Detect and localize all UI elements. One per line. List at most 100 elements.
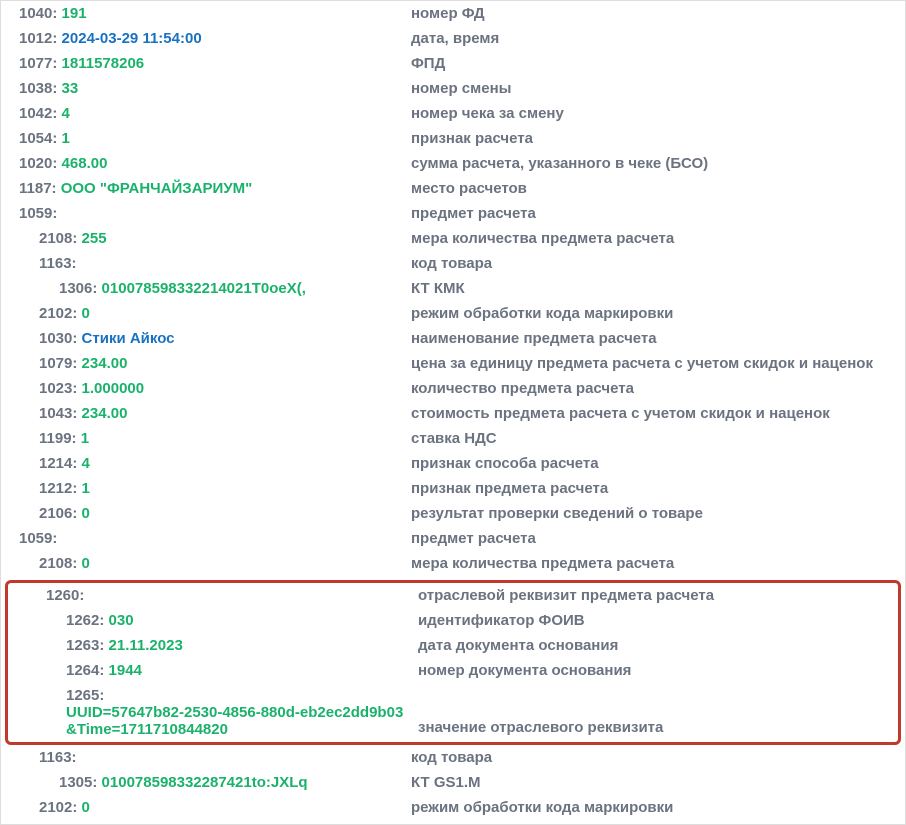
- tag-left: 1077: 1811578206: [1, 55, 411, 72]
- tag-value: 1944: [109, 662, 142, 679]
- tag-code: 1020:: [19, 155, 62, 172]
- tag-description: мера количества предмета расчета: [411, 555, 905, 572]
- tag-row: 2106: 0 результат проверки сведений о тов…: [1, 503, 905, 528]
- tag-code: 2108:: [39, 230, 82, 247]
- tag-description: код товара: [411, 749, 905, 766]
- tag-description: результат проверки сведений о товаре: [411, 505, 905, 522]
- tag-value: 468.00: [62, 155, 108, 172]
- tag-description: сумма расчета, указанного в чеке (БСО): [411, 155, 905, 172]
- tag-left: 1260:: [8, 587, 418, 604]
- tag-row: 2108: 255 мера количества предмета расчет…: [1, 228, 905, 253]
- tag-value: 010078598332214021T0oeX(,: [102, 280, 306, 297]
- tag-value: 234.00: [82, 405, 128, 422]
- tag-code: 1212:: [39, 480, 82, 497]
- tag-code: 1263:: [66, 637, 109, 654]
- tag-value: 030: [109, 612, 134, 629]
- tag-value: 33: [62, 80, 79, 97]
- tag-description: признак способа расчета: [411, 455, 905, 472]
- tag-row: 2108: 0мера количества предмета расчета: [1, 553, 905, 578]
- tag-code: 1012:: [19, 30, 62, 47]
- tag-value: 234.00: [82, 355, 128, 372]
- tag-value: 1811578206: [62, 55, 145, 72]
- tag-value: 010078598332287421to:JXLq: [102, 774, 308, 791]
- tag-description: наименование предмета расчета: [411, 330, 905, 347]
- tag-left: 2102: 0: [1, 799, 411, 816]
- tag-left: 1038: 33: [1, 80, 411, 97]
- highlighted-section: 1260: отраслевой реквизит предмета расче…: [5, 580, 901, 745]
- tag-code: 1163:: [39, 255, 81, 272]
- tag-left: 1043: 234.00: [1, 405, 411, 422]
- tag-description: номер документа основания: [418, 662, 898, 679]
- tag-description: место расчетов: [411, 180, 905, 197]
- tag-description: КТ GS1.M: [411, 774, 905, 791]
- tag-description: номер чека за смену: [411, 105, 905, 122]
- tag-row: 1077: 1811578206ФПД: [1, 53, 905, 78]
- tag-left: 1163:: [1, 255, 411, 272]
- tag-value: ООО "ФРАНЧАЙЗАРИУМ": [61, 180, 253, 197]
- tag-code: 1260:: [46, 587, 89, 604]
- tag-left: 1023: 1.000000: [1, 380, 411, 397]
- tag-code: 1306:: [59, 280, 102, 297]
- tag-value: UUID=57647b82-2530-4856-880d-eb2ec2dd9b0…: [66, 704, 406, 738]
- tag-value: 255: [82, 230, 107, 247]
- tag-value: 2024-03-29 11:54:00: [62, 30, 202, 47]
- tag-description: идентификатор ФОИВ: [418, 612, 898, 629]
- tag-row: 1020: 468.00 сумма расчета, указанного в …: [1, 153, 905, 178]
- tag-description: мера количества предмета расчета: [411, 230, 905, 247]
- tag-description: код товара: [411, 255, 905, 272]
- tag-code: 1059:: [19, 205, 62, 222]
- tag-left: 1306: 010078598332214021T0oeX(,: [1, 280, 411, 297]
- tag-left: 1305: 010078598332287421to:JXLq: [1, 774, 411, 791]
- tag-left: 1163:: [1, 749, 411, 766]
- tag-description: стоимость предмета расчета с учетом скид…: [411, 405, 905, 422]
- tag-left: 1262: 030: [8, 612, 418, 629]
- tag-row: 1212: 1признак предмета расчета: [1, 478, 905, 503]
- tag-row: 1306: 010078598332214021T0oeX(,КТ КМК: [1, 278, 905, 303]
- tag-row: 1043: 234.00стоимость предмета расчета с…: [1, 403, 905, 428]
- tag-code: 1187:: [19, 180, 61, 197]
- tag-code: 1079:: [39, 355, 82, 372]
- tag-row: 1260: отраслевой реквизит предмета расче…: [8, 585, 898, 610]
- tag-description: отраслевой реквизит предмета расчета: [418, 587, 898, 604]
- tag-row: 1012: 2024-03-29 11:54:00дата, время: [1, 28, 905, 53]
- tag-code: 1305:: [59, 774, 102, 791]
- tag-left: 1264: 1944: [8, 662, 418, 679]
- tag-value: Стики Айкос: [82, 330, 175, 347]
- tag-row: 2102: 0режим обработки кода маркировки: [1, 797, 905, 822]
- tag-row: 1040: 191номер ФД: [1, 3, 905, 28]
- tag-row: 1265: UUID=57647b82-2530-4856-880d-eb2ec…: [8, 685, 898, 740]
- tag-value: 1: [81, 430, 89, 447]
- tag-left: 1263: 21.11.2023: [8, 637, 418, 654]
- tag-code: 2102:: [39, 799, 82, 816]
- tag-value: 4: [82, 455, 90, 472]
- tag-row: 1059: предмет расчета: [1, 528, 905, 553]
- tag-description: ФПД: [411, 55, 905, 72]
- tag-left: 1214: 4: [1, 455, 411, 472]
- tag-value: 1.000000: [82, 380, 145, 397]
- tag-row: 1214: 4признак способа расчета: [1, 453, 905, 478]
- tag-code: 1043:: [39, 405, 82, 422]
- tag-row: 1059: предмет расчета: [1, 203, 905, 228]
- tag-row: 1263: 21.11.2023дата документа основания: [8, 635, 898, 660]
- tag-left: 2108: 0: [1, 555, 411, 572]
- tag-value: 0: [82, 505, 90, 522]
- tag-code: 1059:: [19, 530, 62, 547]
- tag-code: 1163:: [39, 749, 81, 766]
- tag-description: режим обработки кода маркировки: [411, 799, 905, 816]
- tag-row: 1023: 1.000000количество предмета расчет…: [1, 378, 905, 403]
- tag-code: 2102:: [39, 305, 82, 322]
- tag-value: 191: [62, 5, 87, 22]
- tag-code: 2108:: [39, 555, 82, 572]
- tag-row: 1163: код товара: [1, 253, 905, 278]
- tag-code: 1265:: [66, 687, 109, 704]
- tag-value: 4: [62, 105, 70, 122]
- tag-row: 1187: ООО "ФРАНЧАЙЗАРИУМ" место расчетов: [1, 178, 905, 203]
- tag-row: 1199: 1ставка НДС: [1, 428, 905, 453]
- tag-value: 0: [82, 555, 90, 572]
- tag-row: 1305: 010078598332287421to:JXLqКТ GS1.M: [1, 772, 905, 797]
- tag-left: 2102: 0: [1, 305, 411, 322]
- tag-code: 2106:: [39, 505, 82, 522]
- tag-left: 1059:: [1, 530, 411, 547]
- receipt-tags-panel: 1040: 191номер ФД1012: 2024-03-29 11:54:…: [0, 0, 906, 825]
- tag-value: 0: [82, 799, 90, 816]
